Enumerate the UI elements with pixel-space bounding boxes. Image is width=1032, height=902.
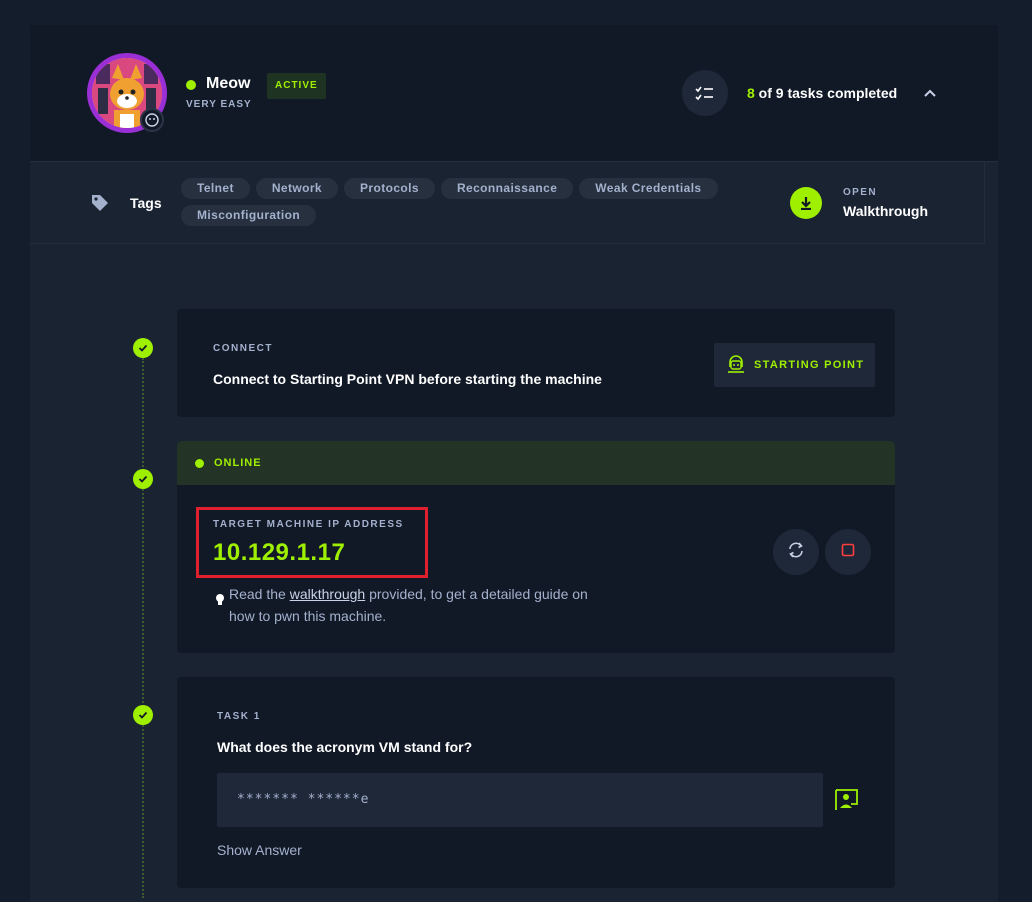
connect-title: Connect to Starting Point VPN before sta…	[213, 371, 602, 387]
stop-machine-button[interactable]	[825, 529, 871, 575]
os-linux-icon	[140, 108, 164, 132]
check-icon	[133, 469, 153, 489]
refresh-icon	[786, 540, 806, 565]
task-1-label: TASK 1	[217, 711, 261, 722]
tags-row: Tags Telnet Network Protocols Reconnaiss…	[30, 162, 985, 244]
task-1-question: What does the acronym VM stand for?	[217, 739, 473, 755]
show-answer-link[interactable]: Show Answer	[217, 842, 302, 858]
chevron-up-icon[interactable]	[920, 83, 940, 103]
timeline-line	[142, 358, 144, 898]
tag-chip[interactable]: Reconnaissance	[440, 178, 574, 199]
task-1-card: TASK 1 What does the acronym VM stand fo…	[177, 677, 895, 888]
online-status-bar: ONLINE	[177, 441, 895, 485]
tag-chip[interactable]: Network	[255, 178, 339, 199]
task-1-answer-field[interactable]: ******* ******e	[217, 773, 823, 827]
tag-chip[interactable]: Misconfiguration	[181, 205, 317, 226]
connect-card: CONNECT Connect to Starting Point VPN be…	[177, 309, 895, 417]
machine-header: Meow VERY EASY ACTIVE 8 of 9 tasks compl…	[30, 25, 998, 162]
active-status-badge: ACTIVE	[267, 73, 326, 99]
lightbulb-icon	[215, 593, 225, 612]
tag-icon	[90, 193, 110, 218]
tag-chip-list: Telnet Network Protocols Reconnaissance …	[181, 178, 751, 226]
reset-machine-button[interactable]	[773, 529, 819, 575]
starting-point-label: STARTING POINT	[754, 359, 865, 371]
connect-label: CONNECT	[213, 343, 273, 354]
tag-chip[interactable]: Weak Credentials	[579, 178, 718, 199]
task-list-icon	[682, 70, 728, 116]
tag-chip[interactable]: Telnet	[181, 178, 250, 199]
open-label: OPEN	[843, 187, 877, 198]
check-icon	[133, 338, 153, 358]
download-icon[interactable]	[790, 187, 822, 219]
machine-difficulty: VERY EASY	[186, 99, 252, 110]
submit-flag-icon[interactable]	[834, 788, 860, 817]
walkthrough-link[interactable]: Walkthrough	[843, 203, 928, 219]
machine-name: Meow	[206, 75, 251, 92]
tasks-progress-text: 8 of 9 tasks completed	[747, 85, 897, 101]
walkthrough-tip: Read the walkthrough provided, to get a …	[229, 583, 589, 627]
check-icon	[133, 705, 153, 725]
vpn-icon	[726, 354, 746, 377]
tag-chip[interactable]: Protocols	[344, 178, 435, 199]
walkthrough-inline-link[interactable]: walkthrough	[290, 586, 366, 602]
online-status-text: ONLINE	[214, 457, 262, 469]
tasks-completed-count: 8	[747, 85, 755, 101]
tasks-total-text: of 9 tasks completed	[754, 85, 898, 101]
machine-status-dot	[186, 80, 196, 90]
stop-icon	[841, 543, 855, 562]
ip-highlight-box	[196, 507, 428, 578]
tags-label: Tags	[130, 195, 162, 211]
starting-point-button[interactable]: STARTING POINT	[714, 343, 875, 387]
online-status-dot	[195, 459, 204, 468]
tip-text-before: Read the	[229, 586, 290, 602]
